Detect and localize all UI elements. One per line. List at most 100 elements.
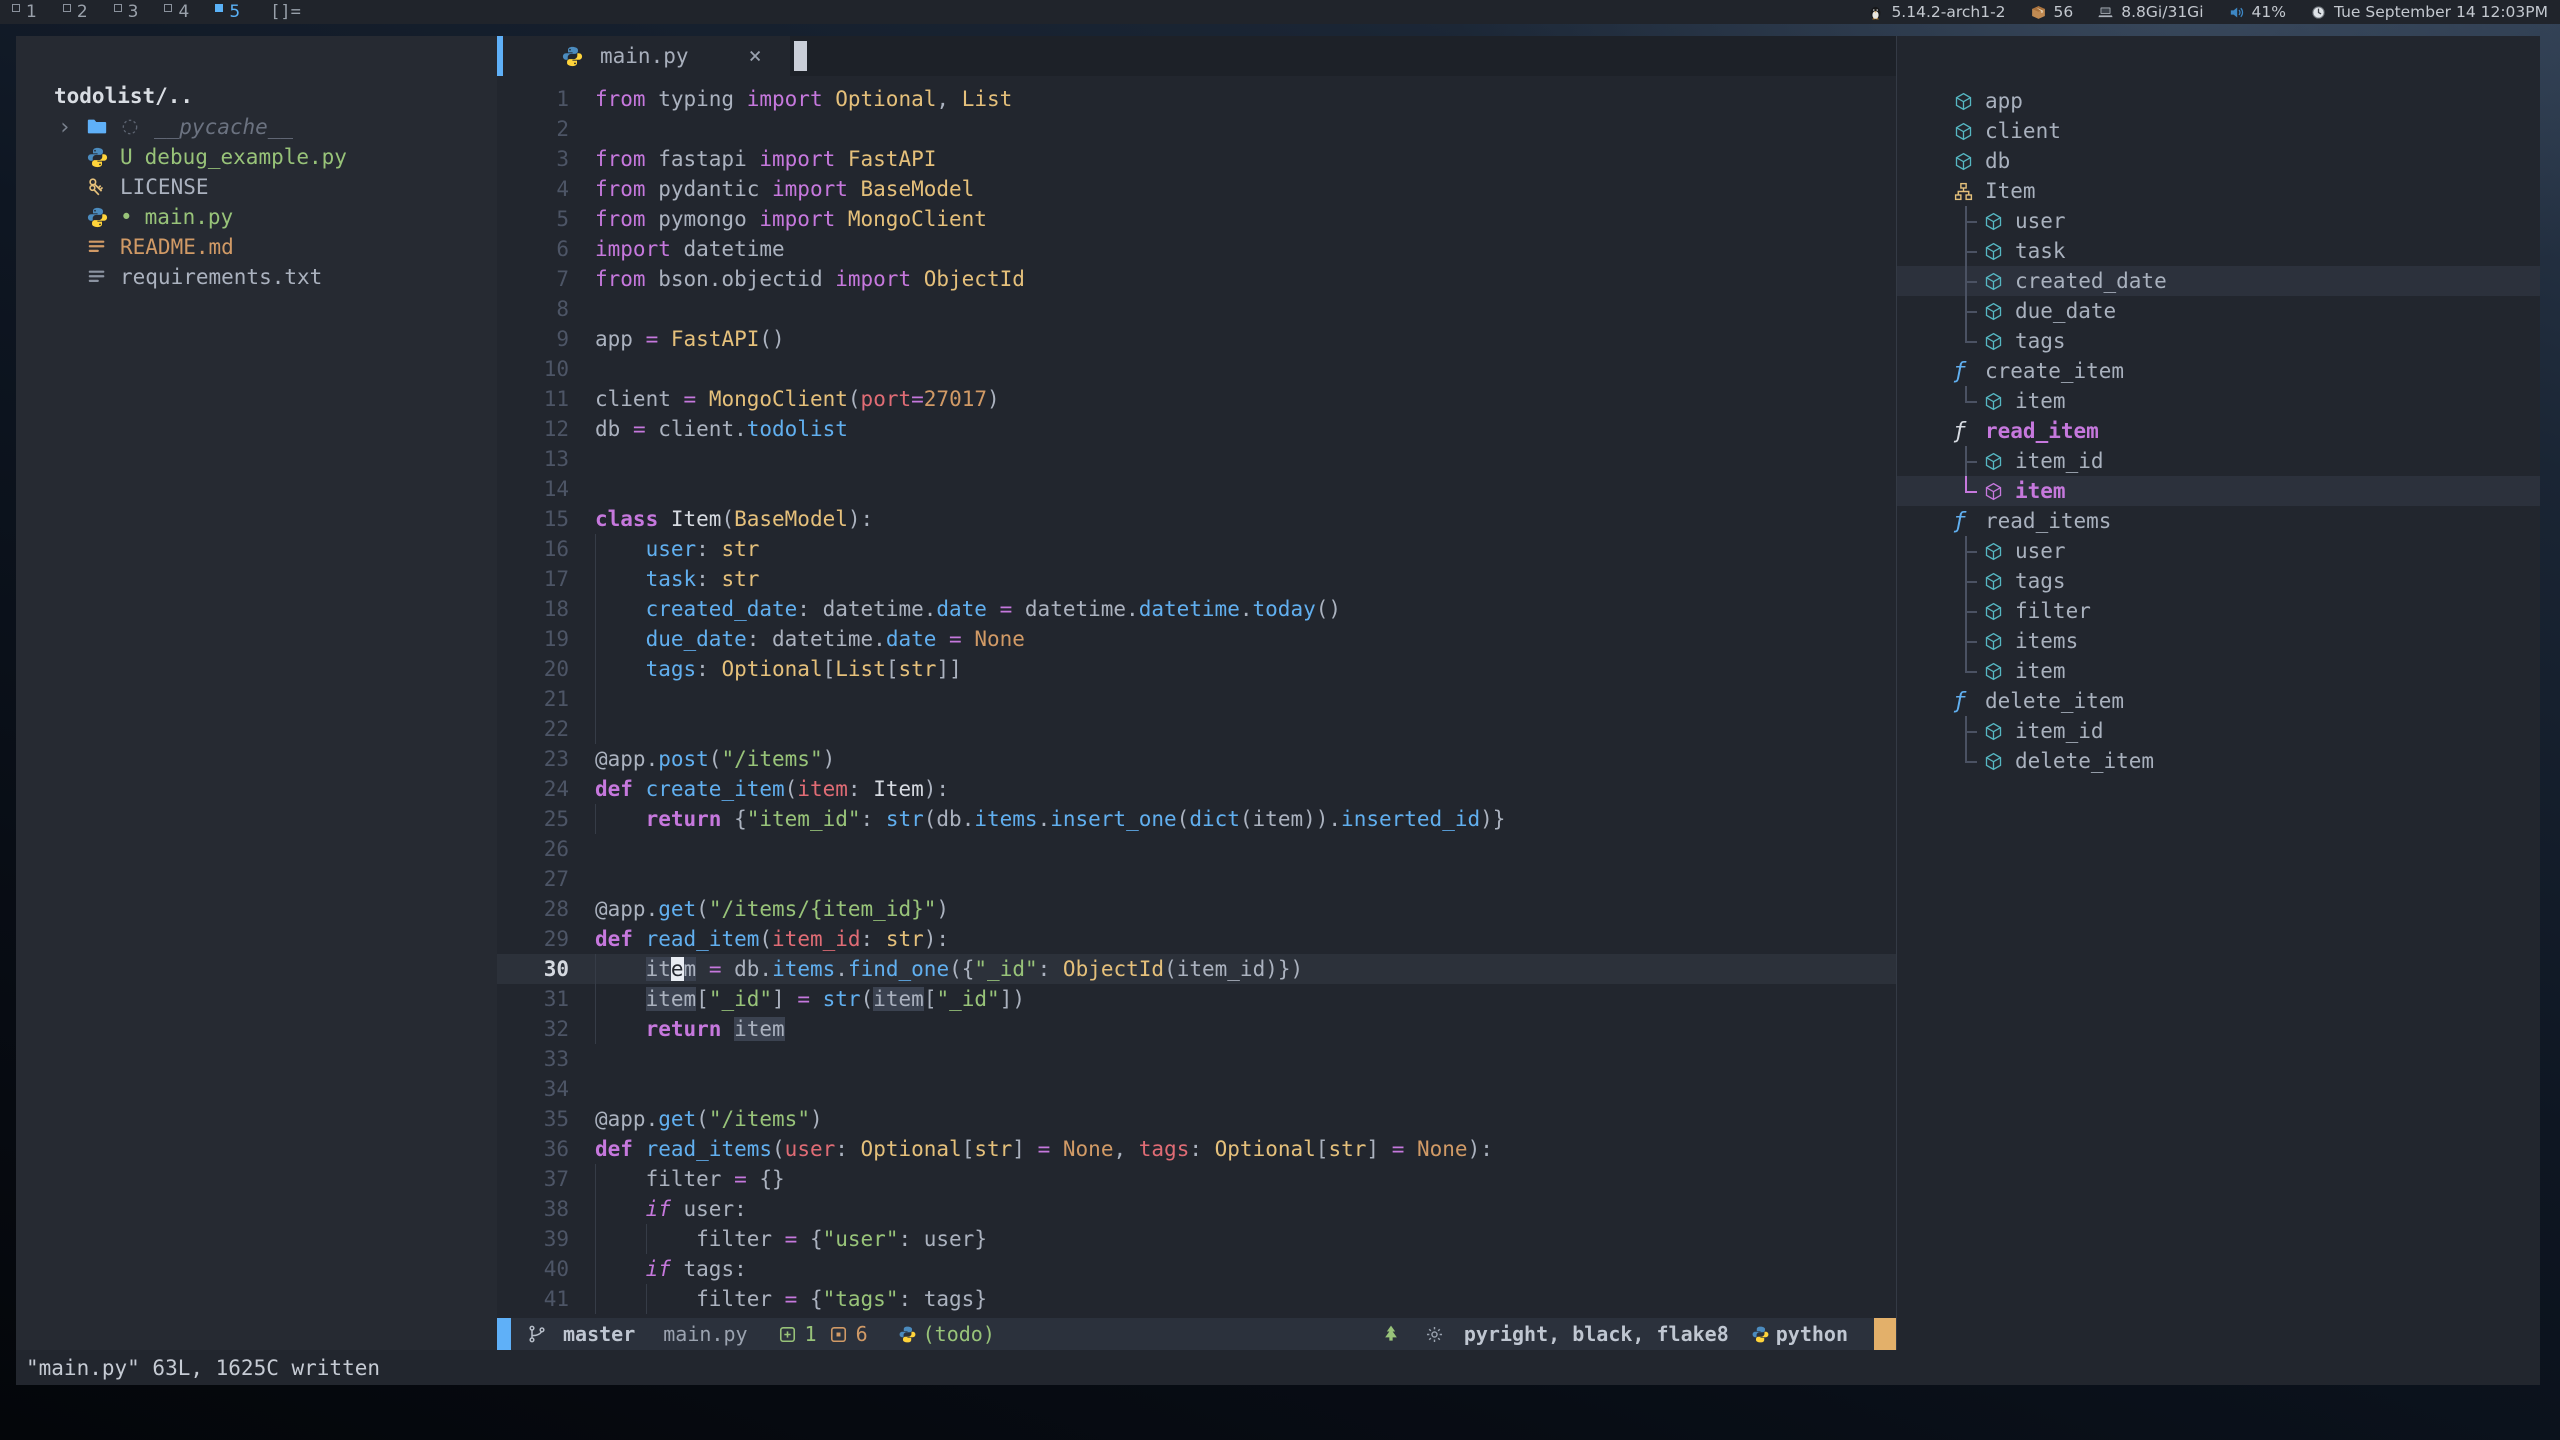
- code-line-20[interactable]: 20 tags: Optional[List[str]]: [497, 654, 1896, 684]
- code-line-33[interactable]: 33: [497, 1044, 1896, 1074]
- code-line-22[interactable]: 22: [497, 714, 1896, 744]
- md-file-icon: [86, 236, 120, 258]
- outline-item-tags[interactable]: tags: [1897, 326, 2540, 356]
- code-line-4[interactable]: 4from pydantic import BaseModel: [497, 174, 1896, 204]
- code-line-9[interactable]: 9app = FastAPI(): [497, 324, 1896, 354]
- outline-item-app[interactable]: app: [1897, 86, 2540, 116]
- code-line-23[interactable]: 23@app.post("/items"): [497, 744, 1896, 774]
- outline-item-task[interactable]: task: [1897, 236, 2540, 266]
- code-line-1[interactable]: 1from typing import Optional, List: [497, 84, 1896, 114]
- code-line-21[interactable]: 21: [497, 684, 1896, 714]
- tab-main-py[interactable]: main.py ×: [503, 36, 790, 76]
- code-line-11[interactable]: 11client = MongoClient(port=27017): [497, 384, 1896, 414]
- code-line-39[interactable]: 39 filter = {"user": user}: [497, 1224, 1896, 1254]
- code-line-16[interactable]: 16 user: str: [497, 534, 1896, 564]
- outline-item-delete_item[interactable]: ƒdelete_item: [1897, 686, 2540, 716]
- workspace-button-1[interactable]: 1: [12, 2, 37, 22]
- outline-item-item_id[interactable]: item_id: [1897, 716, 2540, 746]
- code-line-text: [569, 684, 1896, 714]
- code-line-37[interactable]: 37 filter = {}: [497, 1164, 1896, 1194]
- code-line-12[interactable]: 12db = client.todolist: [497, 414, 1896, 444]
- code-line-text: from pydantic import BaseModel: [569, 174, 1896, 204]
- line-number: 35: [497, 1104, 569, 1134]
- outline-item-client[interactable]: client: [1897, 116, 2540, 146]
- tree-expand-chevron[interactable]: ›: [58, 115, 86, 140]
- workspace-button-4[interactable]: 4: [164, 2, 189, 22]
- code-line-8[interactable]: 8: [497, 294, 1896, 324]
- tree-item-requirements-txt[interactable]: requirements.txt: [16, 262, 497, 292]
- code-line-3[interactable]: 3from fastapi import FastAPI: [497, 144, 1896, 174]
- outline-item-read_item[interactable]: ƒread_item: [1897, 416, 2540, 446]
- tree-item-license[interactable]: LICENSE: [16, 172, 497, 202]
- outline-item-item[interactable]: item: [1897, 656, 2540, 686]
- code-line-14[interactable]: 14: [497, 474, 1896, 504]
- outline-item-created_date[interactable]: created_date: [1897, 266, 2540, 296]
- code-line-30[interactable]: 30 item = db.items.find_one({"_id": Obje…: [497, 954, 1896, 984]
- tree-item-debug-example-py[interactable]: Udebug_example.py: [16, 142, 497, 172]
- linter-list: pyright, black, flake8: [1464, 1322, 1729, 1346]
- outline-item-Item[interactable]: Item: [1897, 176, 2540, 206]
- outline-item-create_item[interactable]: ƒcreate_item: [1897, 356, 2540, 386]
- outline-symbol-name: item_id: [2015, 719, 2104, 743]
- code-line-28[interactable]: 28@app.get("/items/{item_id}"): [497, 894, 1896, 924]
- file-explorer-panel[interactable]: todolist/.. ›__pycache__Udebug_example.p…: [16, 36, 497, 1350]
- code-line-40[interactable]: 40 if tags:: [497, 1254, 1896, 1284]
- code-line-27[interactable]: 27: [497, 864, 1896, 894]
- code-line-10[interactable]: 10: [497, 354, 1896, 384]
- code-line-34[interactable]: 34: [497, 1074, 1896, 1104]
- symbols-outline-panel[interactable]: appclientdbItemusertaskcreated_datedue_d…: [1896, 36, 2540, 1350]
- outline-item-item[interactable]: item: [1897, 386, 2540, 416]
- code-line-24[interactable]: 24def create_item(item: Item):: [497, 774, 1896, 804]
- code-line-26[interactable]: 26: [497, 834, 1896, 864]
- workspace-button-2[interactable]: 2: [63, 2, 88, 22]
- outline-item-user[interactable]: user: [1897, 536, 2540, 566]
- tree-connector: [1953, 266, 1983, 296]
- code-line-19[interactable]: 19 due_date: datetime.date = None: [497, 624, 1896, 654]
- code-line-38[interactable]: 38 if user:: [497, 1194, 1896, 1224]
- code-line-2[interactable]: 2: [497, 114, 1896, 144]
- outline-item-item_id[interactable]: item_id: [1897, 446, 2540, 476]
- tree-item-readme-md[interactable]: README.md: [16, 232, 497, 262]
- outline-item-tags[interactable]: tags: [1897, 566, 2540, 596]
- tree-item-name: README.md: [120, 235, 234, 259]
- outline-item-due_date[interactable]: due_date: [1897, 296, 2540, 326]
- code-line-35[interactable]: 35@app.get("/items"): [497, 1104, 1896, 1134]
- code-line-29[interactable]: 29def read_item(item_id: str):: [497, 924, 1896, 954]
- tree-connector: [1953, 386, 1983, 416]
- code-line-18[interactable]: 18 created_date: datetime.date = datetim…: [497, 594, 1896, 624]
- code-line-41[interactable]: 41 filter = {"tags": tags}: [497, 1284, 1896, 1314]
- workspace-button-3[interactable]: 3: [114, 2, 139, 22]
- outline-item-filter[interactable]: filter: [1897, 596, 2540, 626]
- code-line-5[interactable]: 5from pymongo import MongoClient: [497, 204, 1896, 234]
- code-line-36[interactable]: 36def read_items(user: Optional[str] = N…: [497, 1134, 1896, 1164]
- outline-symbol-name: read_item: [1985, 419, 2099, 443]
- python-icon: [561, 45, 584, 68]
- tree-item-main-py[interactable]: •main.py: [16, 202, 497, 232]
- code-line-17[interactable]: 17 task: str: [497, 564, 1896, 594]
- code-line-13[interactable]: 13: [497, 444, 1896, 474]
- code-line-7[interactable]: 7from bson.objectid import ObjectId: [497, 264, 1896, 294]
- dashed-circle-icon: [120, 117, 154, 137]
- workspace-button-5[interactable]: 5: [215, 2, 240, 22]
- code-line-text: def create_item(item: Item):: [569, 774, 1896, 804]
- code-buffer[interactable]: 1from typing import Optional, List23from…: [497, 76, 1896, 1318]
- tree-item--pycache-[interactable]: ›__pycache__: [16, 112, 497, 142]
- outline-item-item[interactable]: item: [1897, 476, 2540, 506]
- code-line-text: filter = {}: [569, 1164, 1896, 1194]
- tab-close-button[interactable]: ×: [749, 44, 762, 69]
- outline-item-items[interactable]: items: [1897, 626, 2540, 656]
- code-line-25[interactable]: 25 return {"item_id": str(db.items.inser…: [497, 804, 1896, 834]
- code-line-6[interactable]: 6import datetime: [497, 234, 1896, 264]
- outline-item-read_items[interactable]: ƒread_items: [1897, 506, 2540, 536]
- code-line-31[interactable]: 31 item["_id"] = str(item["_id"]): [497, 984, 1896, 1014]
- line-number: 30: [497, 954, 569, 984]
- lsp-gear-icon: [1425, 1325, 1444, 1344]
- cube-icon: [1983, 391, 2015, 412]
- outline-item-user[interactable]: user: [1897, 206, 2540, 236]
- outline-item-delete_item[interactable]: delete_item: [1897, 746, 2540, 776]
- outline-item-db[interactable]: db: [1897, 146, 2540, 176]
- code-line-32[interactable]: 32 return item: [497, 1014, 1896, 1044]
- indent-guide: [595, 714, 596, 744]
- file-tree-root[interactable]: todolist/..: [16, 80, 497, 112]
- code-line-15[interactable]: 15class Item(BaseModel):: [497, 504, 1896, 534]
